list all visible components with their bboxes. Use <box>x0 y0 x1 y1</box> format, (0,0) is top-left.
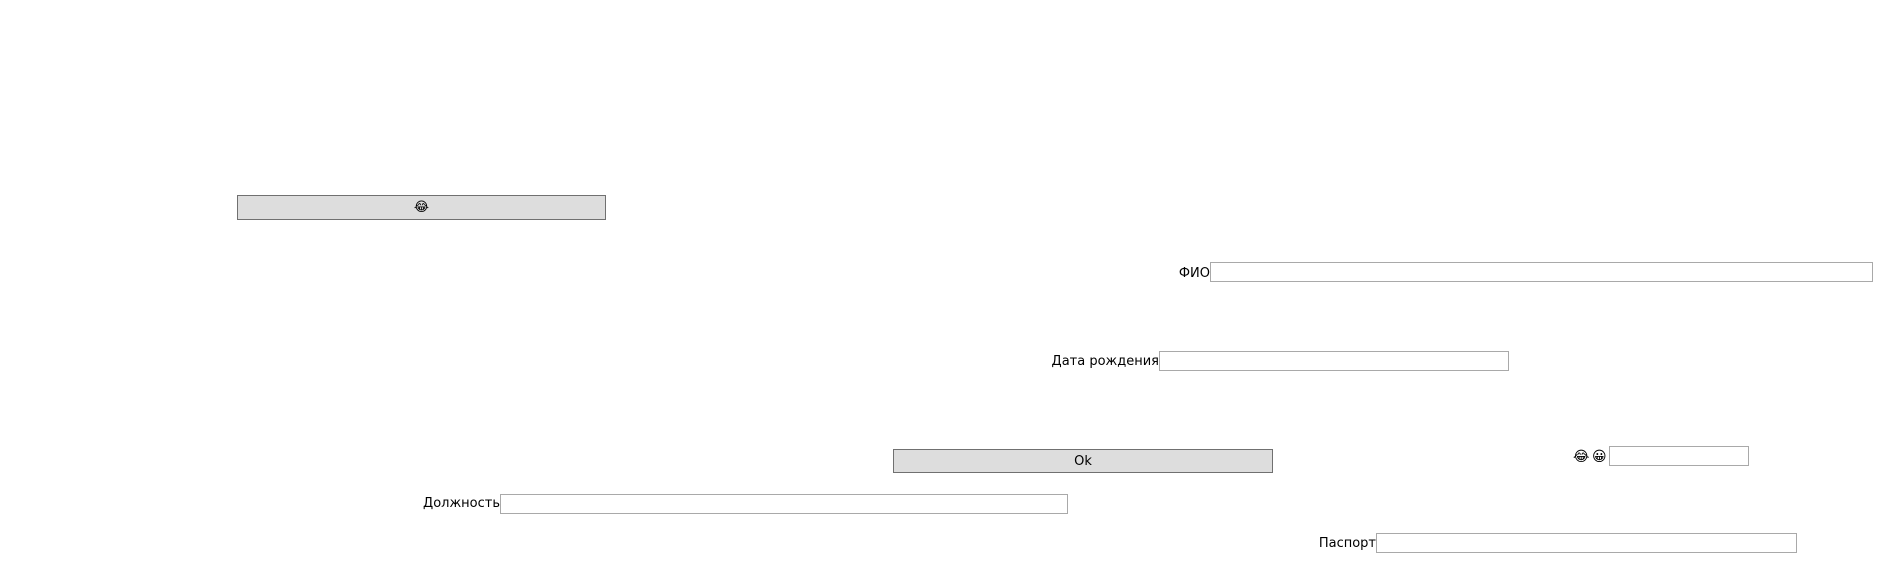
emoji-button[interactable]: 😂 <box>237 195 606 220</box>
fio-field[interactable] <box>1210 262 1873 282</box>
birth-date-field[interactable] <box>1159 351 1509 371</box>
birth-date-label: Дата рождения <box>1051 354 1159 369</box>
fio-label: ФИО <box>1178 266 1210 281</box>
ok-button[interactable]: Ok <box>893 449 1273 473</box>
emoji-field[interactable] <box>1609 446 1749 466</box>
passport-label: Паспорт <box>1318 536 1376 551</box>
laughing-face-icon: 😂 <box>1573 449 1590 465</box>
passport-field[interactable] <box>1376 533 1797 553</box>
position-field[interactable] <box>500 494 1068 514</box>
position-label: Должность <box>423 496 500 511</box>
grinning-face-icon: 😀 <box>1592 449 1607 465</box>
